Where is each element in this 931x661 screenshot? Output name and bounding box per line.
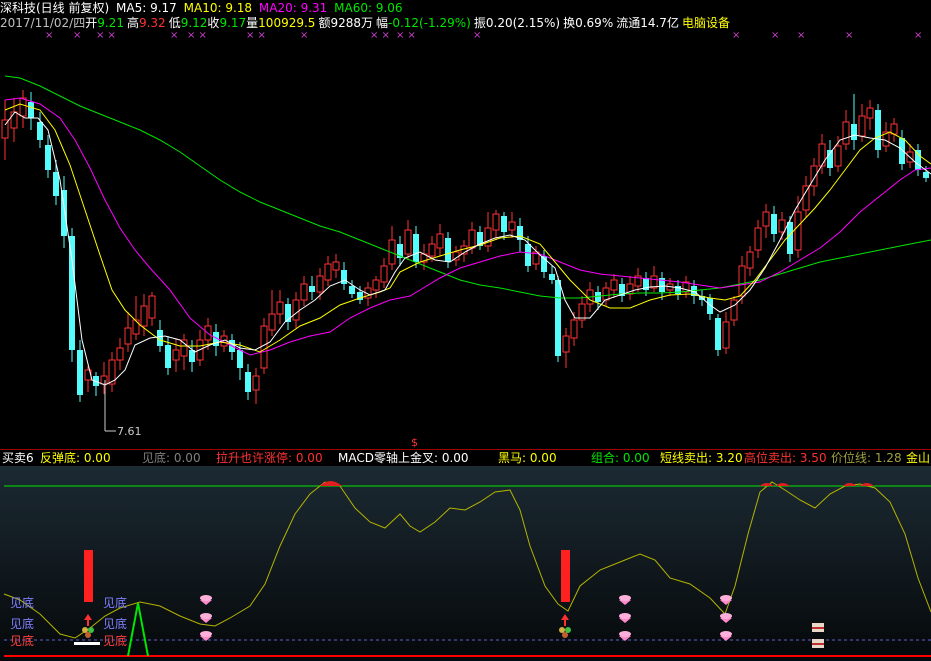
candle-body bbox=[834, 145, 842, 167]
candlestick-chart[interactable]: 7.61 $ bbox=[0, 0, 931, 448]
signal-bar bbox=[561, 550, 570, 602]
candle-body bbox=[899, 138, 905, 164]
zuhe-value: 组合: 0.00 bbox=[591, 451, 650, 465]
macd-value: MACD零轴上金叉: 0.00 bbox=[338, 451, 469, 465]
candle-body bbox=[915, 150, 921, 170]
candle-body bbox=[445, 238, 451, 262]
candle-body bbox=[413, 234, 419, 262]
candle-body bbox=[61, 190, 67, 236]
candle-body bbox=[341, 270, 347, 284]
candle-body bbox=[858, 115, 866, 137]
jiandi-marker-label: 见底 bbox=[10, 633, 34, 648]
candle-body bbox=[116, 347, 124, 361]
candle-body bbox=[77, 350, 83, 395]
candle-body bbox=[19, 97, 27, 117]
candle-body bbox=[794, 211, 802, 251]
candle-body bbox=[300, 283, 308, 301]
candle-body bbox=[69, 236, 75, 350]
candle-body bbox=[842, 121, 850, 145]
candle-body bbox=[436, 233, 444, 249]
candle-body bbox=[602, 287, 610, 301]
dollar-mark: $ bbox=[411, 436, 418, 448]
candle-body bbox=[292, 299, 300, 321]
candle-body bbox=[172, 349, 180, 361]
candle-body bbox=[380, 265, 388, 283]
candle-body bbox=[404, 229, 412, 255]
candle-body bbox=[252, 375, 260, 391]
candle-body bbox=[148, 295, 156, 319]
heima-value: 黑马: 0.00 bbox=[498, 451, 557, 465]
candle-body bbox=[180, 339, 188, 357]
jiandi-marker-label: 见底 bbox=[103, 633, 127, 648]
jinshan-value: 金山 bbox=[906, 451, 931, 465]
candle-body bbox=[53, 172, 59, 196]
candle-body bbox=[595, 292, 601, 302]
candle-body bbox=[124, 327, 132, 345]
candle-body bbox=[309, 286, 315, 292]
candles-group bbox=[1, 90, 929, 404]
candle-body bbox=[866, 107, 874, 119]
candle-body bbox=[875, 110, 881, 150]
jiandi-marker-label: 见底 bbox=[103, 616, 127, 631]
candle-body bbox=[268, 313, 276, 331]
candle-body bbox=[508, 221, 516, 231]
jiawei-value: 价位线: 1.28 bbox=[831, 451, 902, 465]
indicator-label-bar: 买卖6 反弹底: 0.00 见底: 0.00 拉升也许涨停: 0.00 MACD… bbox=[2, 450, 931, 466]
indicator-chart[interactable]: 见底 见底 见底 见底 见底 见底 bbox=[0, 466, 931, 661]
signal-bar bbox=[84, 550, 93, 602]
candle-body bbox=[818, 143, 826, 167]
candle-body bbox=[610, 279, 618, 291]
candle-body bbox=[787, 222, 793, 254]
jiandi-marker-label: 见底 bbox=[10, 595, 34, 610]
candle-body bbox=[245, 372, 251, 392]
candle-body bbox=[468, 229, 476, 249]
candle-body bbox=[316, 275, 324, 293]
candle-body bbox=[165, 345, 171, 368]
indicator-name[interactable]: 买卖6 bbox=[2, 450, 34, 466]
candle-body bbox=[730, 299, 738, 321]
jiandi-marker-label: 见底 bbox=[10, 616, 34, 631]
candle-body bbox=[722, 321, 730, 349]
candle-body bbox=[260, 325, 268, 369]
candle-body bbox=[771, 214, 777, 234]
candle-body bbox=[501, 216, 507, 232]
candle-body bbox=[492, 213, 500, 231]
candle-body bbox=[349, 286, 355, 294]
candle-body bbox=[28, 102, 34, 118]
candle-body bbox=[851, 124, 857, 140]
candle-body bbox=[324, 263, 332, 281]
candle-body bbox=[132, 319, 140, 335]
candle-body bbox=[276, 301, 284, 315]
candle-body bbox=[525, 244, 531, 266]
candle-body bbox=[562, 335, 570, 353]
jiandi-value: 见底: 0.00 bbox=[142, 451, 201, 465]
candle-body bbox=[570, 319, 578, 339]
candle-body bbox=[923, 172, 929, 178]
candle-body bbox=[715, 318, 721, 350]
candle-body bbox=[45, 145, 51, 170]
candle-body bbox=[100, 375, 108, 385]
candle-body bbox=[549, 274, 555, 280]
candle-body bbox=[754, 227, 762, 251]
low-price-label: 7.61 bbox=[117, 425, 142, 438]
jiandi-marker-label: 见底 bbox=[103, 595, 127, 610]
candle-body bbox=[37, 122, 43, 140]
candle-body bbox=[372, 279, 380, 291]
duanxian-value: 短线卖出: 3.20 bbox=[660, 451, 743, 465]
candle-body bbox=[332, 261, 340, 271]
candle-body bbox=[237, 350, 243, 368]
candle-body bbox=[10, 111, 18, 129]
candle-body bbox=[746, 251, 754, 269]
candle-body bbox=[778, 219, 786, 233]
candle-body bbox=[762, 211, 770, 227]
candle-body bbox=[555, 280, 561, 356]
lasheng-value: 拉升也许涨停: 0.00 bbox=[216, 451, 323, 465]
candle-body bbox=[810, 165, 818, 187]
fantandi-value: 反弹底: 0.00 bbox=[40, 451, 111, 465]
gaowei-value: 高位卖出: 3.50 bbox=[744, 451, 827, 465]
candle-body bbox=[802, 185, 810, 211]
candle-body bbox=[428, 243, 436, 257]
candle-body bbox=[140, 305, 148, 327]
